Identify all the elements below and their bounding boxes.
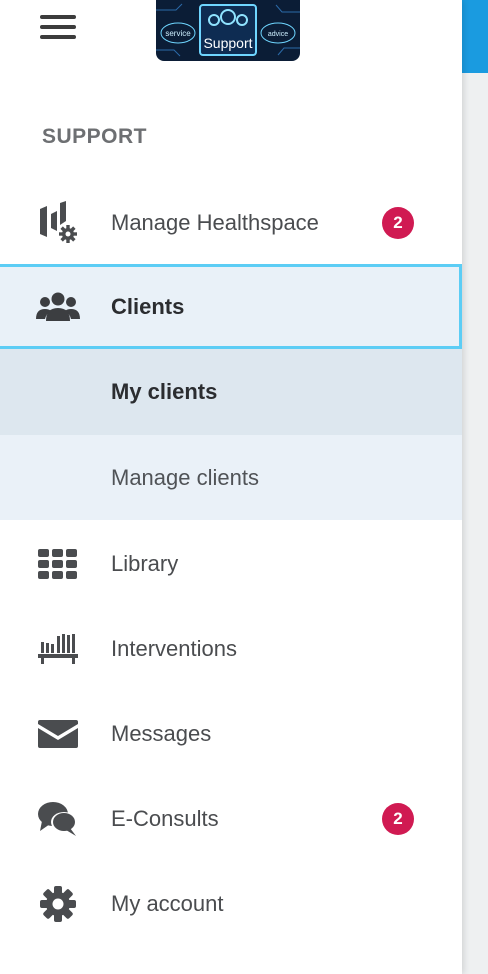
nav-item-clients[interactable]: Clients xyxy=(0,264,462,349)
subnav-item-my-clients[interactable]: My clients xyxy=(0,349,462,435)
nav-label-manage-healthspace: Manage Healthspace xyxy=(111,209,319,235)
nav-label-messages: Messages xyxy=(111,720,212,746)
envelope-icon xyxy=(36,714,80,754)
subnav-label-manage-clients: Manage clients xyxy=(111,464,259,490)
sidebar: service advice Support SUPPORT Manage He… xyxy=(0,0,462,974)
nav-label-library: Library xyxy=(111,550,179,576)
nav-item-e-consults[interactable]: E-Consults 2 xyxy=(0,776,462,861)
subnav-item-manage-clients[interactable]: Manage clients xyxy=(0,435,462,520)
section-title: SUPPORT xyxy=(42,125,148,148)
nav-label-my-account: My account xyxy=(111,890,224,916)
bookshelf-icon xyxy=(36,629,80,669)
notification-badge: 2 xyxy=(382,802,414,835)
healthspace-settings-icon xyxy=(36,200,80,243)
grid-icon xyxy=(36,544,80,584)
nav-label-interventions: Interventions xyxy=(111,635,237,661)
nav-item-manage-healthspace[interactable]: Manage Healthspace 2 xyxy=(0,180,462,265)
support-logo[interactable]: service advice Support xyxy=(156,0,300,61)
users-group-icon xyxy=(36,287,80,327)
logo-word-center: Support xyxy=(203,35,252,51)
nav-item-interventions[interactable]: Interventions xyxy=(0,606,462,691)
logo-word-right: advice xyxy=(268,31,288,38)
gear-icon xyxy=(36,884,80,924)
nav-item-messages[interactable]: Messages xyxy=(0,691,462,776)
logo-word-left: service xyxy=(165,29,191,38)
nav-label-clients: Clients xyxy=(111,293,185,319)
hamburger-menu-icon[interactable] xyxy=(38,10,80,44)
nav-item-my-account[interactable]: My account xyxy=(0,861,462,946)
nav-item-library[interactable]: Library xyxy=(0,521,462,606)
nav-label-e-consults: E-Consults xyxy=(111,805,219,831)
chat-bubbles-icon xyxy=(36,799,80,839)
page-background xyxy=(462,0,488,974)
subnav-label-my-clients: My clients xyxy=(111,379,218,404)
header-bar-edge xyxy=(462,0,488,73)
notification-badge: 2 xyxy=(382,206,414,239)
